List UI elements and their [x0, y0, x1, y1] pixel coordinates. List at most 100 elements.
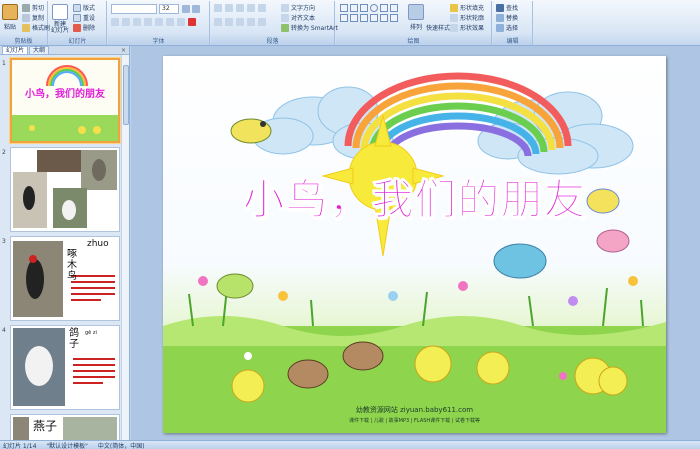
thumbnail-1-title: 小鸟，我们的朋友	[25, 89, 105, 100]
shape-brace-icon[interactable]	[350, 14, 358, 22]
layout-icon	[73, 3, 81, 12]
drawing-group: 排列 快速样式 形状填充 形状轮廓 形状效果 绘图	[336, 1, 492, 45]
thumbnail-3-pinyin: zhuo	[87, 239, 109, 249]
shape-oval-icon[interactable]	[370, 4, 378, 12]
italic-icon	[122, 18, 130, 26]
select-button[interactable]: 选择	[496, 23, 518, 32]
bold-icon	[111, 18, 119, 26]
close-icon[interactable]: ×	[121, 47, 126, 54]
tab-outline[interactable]: 大纲	[29, 46, 50, 54]
font-name-select[interactable]	[111, 4, 157, 14]
shape-effects-button[interactable]: 形状效果	[450, 23, 484, 32]
new-slide-button[interactable]: 新建 幻灯片	[51, 4, 69, 34]
pane-scrollbar[interactable]	[121, 55, 129, 440]
copy-button[interactable]: 复制	[22, 13, 44, 22]
cursor-icon	[496, 23, 504, 32]
reset-button[interactable]: 重设	[73, 13, 95, 22]
font-size-select[interactable]: 32	[159, 4, 179, 14]
shape-star-icon[interactable]	[390, 4, 398, 12]
thumbnail-4-art	[11, 326, 119, 409]
slide-thumbnail-2[interactable]	[10, 147, 120, 232]
align-text-button[interactable]: 对齐文本	[281, 13, 315, 22]
slide-number: 2	[2, 149, 6, 156]
replace-button[interactable]: 替换	[496, 13, 518, 22]
shrink-font-icon	[192, 5, 200, 13]
font-size-buttons[interactable]	[182, 5, 200, 13]
shape-heart-icon[interactable]	[360, 14, 368, 22]
slide-editor: 小鸟，我们的朋友 幼教资源网站 ziyuan.baby611.com 课件下载 …	[131, 46, 700, 440]
shape-rectangle-icon[interactable]	[340, 4, 348, 12]
delete-slide-button[interactable]: 删除	[73, 23, 95, 32]
text-direction-button[interactable]: 文字方向	[281, 3, 315, 12]
slide-credit: 幼教资源网站 ziyuan.baby611.com	[355, 406, 474, 414]
tab-slides[interactable]: 幻灯片	[2, 46, 29, 54]
brush-icon	[22, 23, 30, 32]
underline-icon	[133, 18, 141, 26]
arrange-button[interactable]: 排列	[408, 4, 424, 31]
align-left-icon	[214, 18, 222, 26]
thumbnail-list: 1 小鸟，我们的朋友 2 3 啄木鸟 zhuo 4 鸽子 gē zi 燕子	[0, 55, 122, 440]
text-direction-icon	[281, 3, 289, 12]
shape-fill-button[interactable]: 形状填充	[450, 3, 484, 12]
editing-group: 查找 替换 选择 编辑	[493, 1, 533, 45]
group-label-paragraph: 段落	[211, 36, 334, 45]
slide-thumbnail-5[interactable]: 燕子	[10, 414, 120, 440]
thumbnail-3-art	[11, 237, 119, 320]
align-text-icon	[281, 13, 289, 22]
align-center-icon	[225, 18, 233, 26]
slides-pane: 幻灯片 大纲 × 1 小鸟，我们的朋友 2 3 啄木鸟 zhuo 4 鸽子 gē…	[0, 46, 130, 440]
new-slide-icon	[52, 4, 68, 20]
shape-cloud-icon[interactable]	[370, 14, 378, 22]
ribbon: 粘贴 剪切 复制 格式刷 剪贴板 新建 幻灯片 版式 重设 删除 幻灯片 32	[0, 0, 700, 46]
reset-icon	[73, 13, 81, 22]
thumbnail-3-title: 啄木鸟	[67, 249, 77, 282]
paste-icon	[2, 4, 18, 20]
slide-credit-links: 课件下载 | 儿歌 | 故事MP3 | FLASH课件下载 | 试卷下载等	[348, 418, 481, 424]
shape-flowchart-icon[interactable]	[380, 14, 388, 22]
shape-outline-button[interactable]: 形状轮廓	[450, 13, 484, 22]
binoculars-icon	[496, 3, 504, 12]
format-painter-button[interactable]: 格式刷	[22, 23, 50, 32]
replace-icon	[496, 13, 504, 22]
case-icon	[177, 18, 185, 26]
smartart-icon	[281, 23, 289, 32]
paragraph-group: 文字方向 对齐文本 转换为 SmartArt 段落	[211, 1, 338, 45]
list-buttons[interactable]	[214, 4, 266, 12]
quick-styles-button[interactable]: 快速样式	[426, 23, 450, 32]
outdent-icon	[247, 4, 255, 12]
current-slide[interactable]: 小鸟，我们的朋友 幼教资源网站 ziyuan.baby611.com 课件下载 …	[163, 56, 666, 433]
slide-number: 1	[2, 60, 6, 67]
smartart-button[interactable]: 转换为 SmartArt	[281, 23, 338, 32]
shape-callout-icon[interactable]	[340, 14, 348, 22]
group-label-slides: 幻灯片	[49, 36, 106, 45]
slide-thumbnail-3[interactable]: 啄木鸟 zhuo	[10, 236, 120, 321]
line-spacing-icon	[258, 4, 266, 12]
shape-effects-icon	[450, 23, 458, 32]
shape-triangle-icon[interactable]	[380, 4, 388, 12]
bullets-icon	[214, 4, 222, 12]
status-bar: 幻灯片 1/14 "默认设计模板" 中文(简体，中国)	[0, 440, 700, 449]
spacing-icon	[166, 18, 174, 26]
shape-line-icon[interactable]	[350, 4, 358, 12]
slide-thumbnail-1[interactable]: 小鸟，我们的朋友	[10, 58, 120, 143]
slide-number: 3	[2, 238, 6, 245]
layout-button[interactable]: 版式	[73, 3, 95, 12]
cut-button[interactable]: 剪切	[22, 3, 44, 12]
shape-more-icon[interactable]	[390, 14, 398, 22]
group-label-clipboard: 剪贴板	[0, 36, 47, 45]
find-button[interactable]: 查找	[496, 3, 518, 12]
align-buttons[interactable]	[214, 18, 266, 26]
slide-title[interactable]: 小鸟，我们的朋友	[163, 166, 666, 227]
font-style-buttons[interactable]	[111, 18, 196, 26]
strikethrough-icon	[144, 18, 152, 26]
group-label-editing: 编辑	[493, 36, 532, 45]
shape-arrow-icon[interactable]	[360, 4, 368, 12]
pane-scrollbar-thumb[interactable]	[123, 65, 129, 125]
shape-fill-icon	[450, 3, 458, 12]
slide-count-status: 幻灯片 1/14	[3, 442, 37, 449]
delete-icon	[73, 23, 81, 32]
slide-thumbnail-4[interactable]: 鸽子 gē zi	[10, 325, 120, 410]
font-color-icon	[188, 18, 196, 26]
paste-button[interactable]: 粘贴	[2, 4, 18, 31]
font-group: 32 字体	[108, 1, 210, 45]
